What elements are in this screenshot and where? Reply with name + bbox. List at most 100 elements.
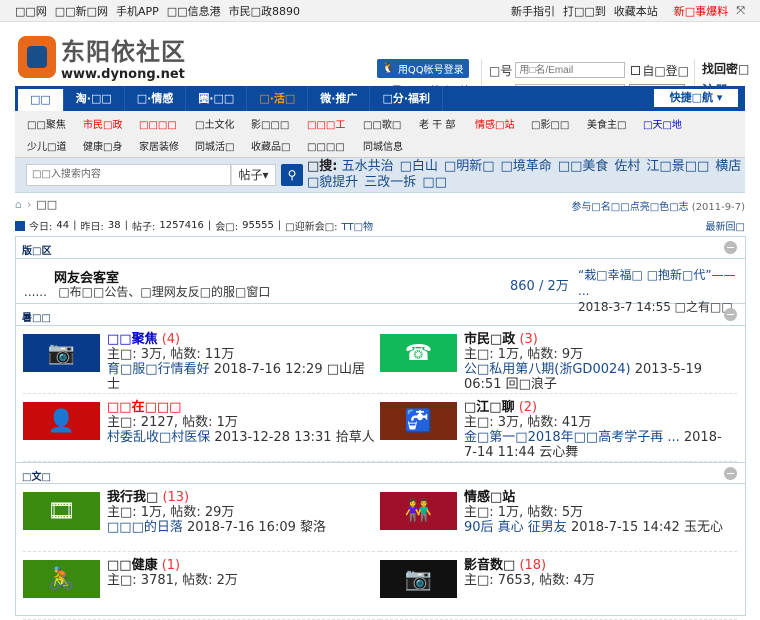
forum-name[interactable]: □江□聊 bbox=[464, 400, 515, 415]
forum-icon[interactable]: 🎞 bbox=[23, 492, 100, 530]
username-input[interactable] bbox=[515, 62, 626, 78]
hot-search-link[interactable]: □□美食 bbox=[558, 159, 609, 174]
hot-search-link[interactable]: □境革命 bbox=[501, 159, 552, 174]
subnav-item[interactable]: 情感□站 bbox=[475, 115, 531, 137]
subnav-item[interactable]: □天□地 bbox=[643, 115, 699, 137]
hot-search-link[interactable]: □明新□ bbox=[444, 159, 495, 174]
subnav-item[interactable]: 老 干 部 bbox=[419, 115, 475, 137]
forum-icon[interactable]: 📷 bbox=[23, 334, 100, 372]
forum-name[interactable]: □□健康 bbox=[107, 558, 158, 573]
nav-tab[interactable]: □·活□ bbox=[247, 86, 309, 111]
forum-name[interactable]: □□在□□□ bbox=[107, 400, 181, 415]
top-link[interactable]: 市民□政8890 bbox=[229, 5, 300, 18]
last-post-link[interactable]: “栽□幸福□ □抱新□代”—— ... bbox=[578, 268, 736, 298]
search-icon: ⚲ bbox=[287, 168, 297, 182]
subnav-item[interactable]: 同城信息 bbox=[363, 137, 419, 159]
forum-icon[interactable]: 🚴 bbox=[23, 560, 100, 598]
nav-tab[interactable]: 圈·□□ bbox=[186, 86, 248, 111]
subnav-item[interactable]: 收藏品□ bbox=[251, 137, 307, 159]
forum-stats: 主□: 2127, 帖数: 1万 bbox=[107, 415, 238, 430]
subnav-item[interactable]: □□歌□ bbox=[363, 115, 419, 137]
search-button[interactable]: ⚲ bbox=[281, 164, 303, 186]
hot-search-link[interactable]: 五水共治 bbox=[342, 159, 394, 174]
nav-tab[interactable]: □·情感 bbox=[125, 86, 187, 111]
expand-icon[interactable]: ⤧ bbox=[736, 4, 745, 18]
collapse-icon[interactable] bbox=[724, 467, 737, 480]
last-post-link[interactable]: 育□服□行情看好 bbox=[107, 362, 210, 377]
nav-tab[interactable]: □分·福利 bbox=[370, 86, 444, 111]
subnav-item[interactable]: 少儿□道 bbox=[27, 137, 83, 159]
new-member-link[interactable]: TT□物 bbox=[342, 218, 374, 233]
subnav-item[interactable]: □土文化 bbox=[195, 115, 251, 137]
last-post-link[interactable]: 村委乱收□村医保 bbox=[107, 430, 210, 445]
home-icon[interactable]: ⌂ bbox=[15, 198, 22, 211]
top-link[interactable]: □□新□网 bbox=[55, 5, 108, 18]
hot-search-link[interactable]: 江□景□□ bbox=[646, 159, 709, 174]
subnav-item[interactable]: 健康□身 bbox=[83, 137, 139, 159]
subnav-item[interactable]: 家居装修 bbox=[139, 137, 195, 159]
newest-replies-link[interactable]: 最新回□ bbox=[706, 218, 745, 233]
top-link[interactable]: □□网 bbox=[15, 5, 47, 18]
remember-checkbox[interactable]: 自□登□ bbox=[631, 62, 689, 79]
hot-search-link[interactable]: □□ bbox=[422, 175, 447, 190]
last-post-link[interactable]: 公□私用第八期(浙GD0024) bbox=[464, 362, 631, 377]
yesterday-label: 昨日: bbox=[80, 222, 104, 233]
forum-name[interactable]: 影音数□ bbox=[464, 558, 515, 573]
hot-search-link[interactable]: □白山 bbox=[400, 159, 438, 174]
last-post-link[interactable]: □□□的日落 bbox=[107, 520, 183, 535]
top-right-link[interactable]: 打□□到 bbox=[563, 5, 606, 18]
collapse-icon[interactable] bbox=[724, 241, 737, 254]
forum-name[interactable]: 情感□站 bbox=[464, 490, 515, 505]
top-right-link[interactable]: 收藏本站 bbox=[614, 5, 658, 18]
forum-desc: □布□□公告、□理网友反□的服□窗口 bbox=[58, 285, 271, 299]
forum-icon[interactable]: 👫 bbox=[380, 492, 457, 530]
search-type-select[interactable]: 帖子▾ bbox=[231, 164, 276, 186]
hot-search-label: □搜: bbox=[307, 159, 338, 174]
nav-tab[interactable]: 淘·□□ bbox=[64, 86, 125, 111]
hot-search-link[interactable]: 佐村 bbox=[614, 159, 640, 174]
breadcrumb: ⌂ › □□ bbox=[15, 198, 58, 211]
forum-name[interactable]: 市民□政 bbox=[464, 332, 515, 347]
subnav-item[interactable]: □□聚焦 bbox=[27, 115, 83, 137]
forum-name[interactable]: 我行我□ bbox=[107, 490, 158, 505]
forum-icon[interactable]: 📷 bbox=[380, 560, 457, 598]
section-title: 版□区 bbox=[22, 246, 52, 257]
quick-nav-button[interactable]: 快捷□航 ▾ bbox=[654, 89, 738, 107]
last-post-link[interactable]: 金□第一□2018年□□高考学子再 ... bbox=[464, 430, 680, 445]
top-link[interactable]: □□信息港 bbox=[167, 5, 221, 18]
forum-icon[interactable]: 🚰 bbox=[380, 402, 457, 440]
nav-tab[interactable]: 微·推广 bbox=[308, 86, 371, 111]
forum-icon[interactable]: 👤 bbox=[23, 402, 100, 440]
section-header: □文□ bbox=[16, 462, 745, 484]
forum-stats: 主□: 1万, 帖数: 29万 bbox=[107, 505, 235, 520]
members-count: 95555 bbox=[242, 220, 274, 231]
search-input[interactable]: □□入搜索内容 bbox=[26, 164, 231, 186]
subnav-item[interactable]: □□□□ bbox=[307, 137, 363, 159]
forum-list: 版□区 网友会客室 ...... □布□□公告、□理网友反□的服□窗口 860 … bbox=[15, 236, 746, 620]
subnav-item[interactable]: □□□□ bbox=[139, 115, 195, 137]
subnav-item[interactable]: 影□□□ bbox=[251, 115, 307, 137]
last-post-link[interactable]: 90后 真心 征男友 bbox=[464, 520, 567, 535]
nav-tab[interactable]: □□ bbox=[18, 89, 64, 111]
posts-label: 帖子: bbox=[131, 222, 156, 233]
forum-name[interactable]: □□聚焦 bbox=[107, 332, 158, 347]
qq-login-button[interactable]: 🐧 用QQ帐号登录 bbox=[377, 59, 469, 78]
announcement-link[interactable]: 参与□名□□点亮□色□志 bbox=[571, 202, 688, 213]
collapse-icon[interactable] bbox=[724, 308, 737, 321]
forum-icon[interactable]: ☎ bbox=[380, 334, 457, 372]
hot-search-link[interactable]: 三改一拆 bbox=[364, 175, 416, 190]
subnav-item[interactable]: 同城活□ bbox=[195, 137, 251, 159]
find-password-link[interactable]: 找回密□ bbox=[702, 62, 749, 76]
sub-nav: □□聚焦 市民□政 □□□□ □土文化 影□□□ □□□工 □□歌□ 老 干 部情感□站 □影□… bbox=[15, 111, 745, 158]
username-label: □号 bbox=[489, 63, 513, 78]
subnav-item[interactable]: 市民□政 bbox=[83, 115, 139, 137]
section-header: 版□区 bbox=[16, 237, 745, 259]
site-logo[interactable]: 东阳依社区 www.dynong.net bbox=[18, 32, 186, 82]
hot-news-link[interactable]: 新□事爆料 bbox=[674, 3, 728, 19]
top-right-link[interactable]: 新手指引 bbox=[511, 5, 555, 18]
subnav-item[interactable]: 美食主□ bbox=[587, 115, 643, 137]
subnav-item[interactable]: □□□工 bbox=[307, 115, 363, 137]
top-link[interactable]: 手机APP bbox=[116, 5, 159, 18]
subnav-item[interactable]: □影□□ bbox=[531, 115, 587, 137]
forum-item: 📷 □□聚焦 (4) 主□: 3万, 帖数: 11万 育□服□行情看好 2018… bbox=[23, 326, 380, 394]
